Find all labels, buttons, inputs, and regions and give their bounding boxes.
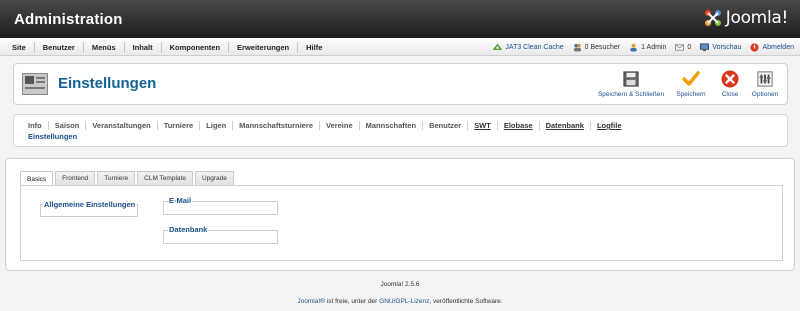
options-icon: [757, 71, 773, 87]
monitor-icon: [700, 42, 710, 51]
menu-menus[interactable]: Menüs: [84, 41, 125, 53]
save-close-button[interactable]: Speichern & Schließen: [593, 67, 669, 101]
fieldset-database: Datenbank: [163, 225, 278, 244]
menu-components[interactable]: Komponenten: [162, 41, 230, 53]
checkmark-icon: [682, 71, 700, 86]
tab-panel: Allgemeine Einstellungen E-Mail Datenban…: [20, 185, 783, 261]
fieldset-general-legend: Allgemeine Einstellungen: [43, 200, 137, 209]
license-text-mid: ist freie, unter der: [324, 298, 380, 305]
mail-icon: [675, 43, 685, 51]
footer-license: Joomla!® ist freie, unter der GNU/GPL-Li…: [0, 298, 800, 305]
recycle-icon: [493, 43, 503, 50]
save-disk-icon: [623, 71, 639, 87]
status-bar: JAT3 Clean Cache 0 Besucher 1 Admin 0 Vo…: [493, 38, 794, 56]
page-title: Einstellungen: [58, 75, 157, 92]
tab-turniere[interactable]: Turniere: [97, 171, 136, 185]
messages-label: 0: [687, 43, 692, 51]
logout-icon: [750, 42, 760, 52]
joomla-link[interactable]: Joomla!®: [297, 298, 325, 305]
tab-clm-template[interactable]: CLM Template: [137, 171, 193, 185]
fieldset-general: Allgemeine Einstellungen: [40, 200, 138, 217]
fieldset-email-legend: E-Mail: [168, 196, 193, 205]
component-submenu: Info Saison Veranstaltungen Turniere Lig…: [13, 114, 788, 147]
admin-title: Administration: [14, 11, 123, 28]
preview-label: Vorschau: [712, 43, 742, 51]
logout-label: Abmelden: [762, 43, 794, 51]
close-icon: [721, 70, 739, 88]
submenu-datenbank[interactable]: Datenbank: [540, 121, 591, 130]
preview-link[interactable]: Vorschau: [700, 42, 742, 52]
close-button[interactable]: Close: [713, 67, 747, 101]
admin-header: Administration Joomla!: [0, 0, 800, 38]
save-label: Speichern: [676, 91, 706, 98]
submenu-info[interactable]: Info: [22, 121, 49, 130]
tab-upgrade[interactable]: Upgrade: [194, 171, 234, 185]
options-button[interactable]: Optionen: [747, 67, 783, 101]
admins-count: 1 Admin: [629, 43, 666, 52]
menu-extensions[interactable]: Erweiterungen: [229, 41, 299, 53]
fieldset-email: E-Mail: [163, 196, 278, 215]
visitors-label: 0 Besucher: [584, 43, 621, 51]
submenu-swt[interactable]: SWT: [468, 121, 498, 130]
joomla-logo-icon: [704, 10, 721, 26]
options-label: Optionen: [751, 91, 779, 98]
users-icon: [573, 43, 581, 52]
logo-text: Joomla!: [725, 8, 789, 28]
toolbar: Einstellungen Speichern & Schließen Spei…: [13, 63, 788, 105]
menubar: Site Benutzer Menüs Inhalt Komponenten E…: [0, 38, 800, 56]
submenu-elobase[interactable]: Elobase: [498, 121, 540, 130]
menu-help[interactable]: Hilfe: [298, 42, 330, 53]
submenu-ligen[interactable]: Ligen: [200, 121, 234, 130]
menu-site[interactable]: Site: [4, 41, 35, 53]
toolbar-buttons: Speichern & Schließen Speichern Close Op…: [593, 67, 783, 101]
submenu-benutzer[interactable]: Benutzer: [423, 121, 469, 130]
submenu-mannschaftsturniere[interactable]: Mannschaftsturniere: [233, 121, 320, 130]
logout-link[interactable]: Abmelden: [750, 42, 794, 52]
menu-users[interactable]: Benutzer: [35, 41, 84, 53]
submenu-logfile[interactable]: Logfile: [591, 121, 628, 130]
submenu-turniere[interactable]: Turniere: [158, 121, 201, 130]
tab-basics[interactable]: Basics: [20, 171, 54, 186]
admin-icon: [630, 43, 637, 52]
gpl-link[interactable]: GNU/GPL-Lizenz: [379, 298, 429, 305]
clean-cache-label: JAT3 Clean Cache: [505, 43, 564, 51]
joomla-logo[interactable]: Joomla!: [703, 8, 788, 28]
license-text-suffix: , veröffentlichte Software.: [429, 298, 503, 305]
settings-tabs: Basics Frontend Turniere CLM Template Up…: [20, 171, 236, 186]
submenu-vereine[interactable]: Vereine: [320, 121, 360, 130]
tab-frontend[interactable]: Frontend: [55, 171, 96, 185]
footer-version: Joomla! 2.5.6: [380, 281, 420, 288]
submenu-veranstaltungen[interactable]: Veranstaltungen: [86, 121, 158, 130]
settings-page-icon: [22, 73, 48, 95]
close-label: Close: [721, 91, 739, 98]
fieldset-database-legend: Datenbank: [168, 225, 209, 234]
admins-label: 1 Admin: [641, 43, 667, 51]
save-button[interactable]: Speichern: [669, 67, 713, 101]
main-menu: Site Benutzer Menüs Inhalt Komponenten E…: [4, 38, 330, 56]
clean-cache-link[interactable]: JAT3 Clean Cache: [493, 43, 564, 52]
submenu-saison[interactable]: Saison: [49, 121, 87, 130]
messages-count[interactable]: 0: [675, 43, 691, 52]
submenu-mannschaften[interactable]: Mannschaften: [360, 121, 424, 130]
settings-content: Basics Frontend Turniere CLM Template Up…: [5, 158, 795, 271]
submenu-einstellungen-active[interactable]: Einstellungen: [28, 132, 77, 141]
menu-content[interactable]: Inhalt: [125, 41, 162, 53]
save-close-label: Speichern & Schließen: [597, 91, 665, 98]
visitors-count: 0 Besucher: [573, 43, 620, 52]
